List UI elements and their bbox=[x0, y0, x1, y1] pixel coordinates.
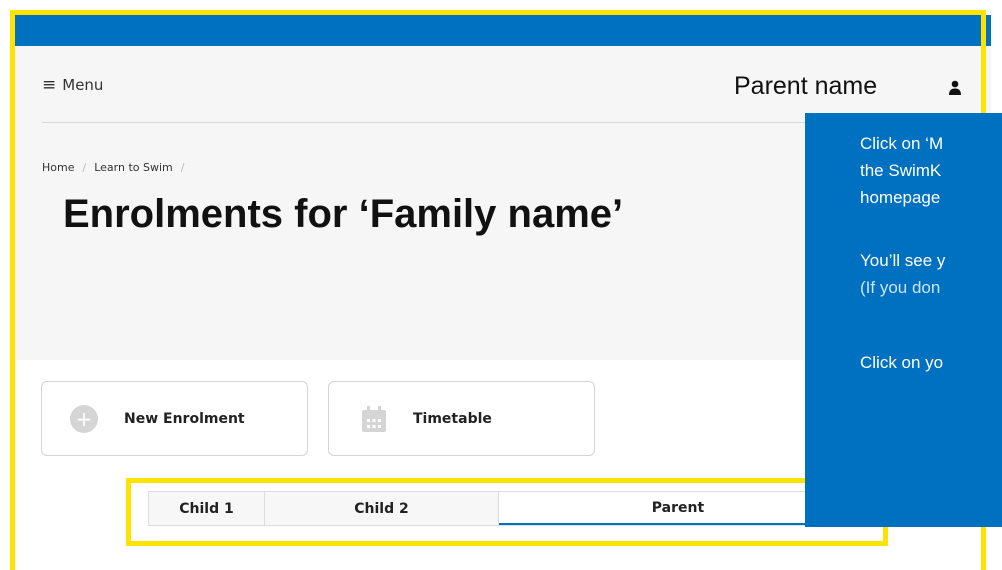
tab-child-2[interactable]: Child 2 bbox=[265, 492, 499, 525]
calendar-icon bbox=[362, 405, 386, 432]
callout-paragraph-1: Click on ‘M the SwimK homepage bbox=[860, 130, 943, 211]
plus-icon: + bbox=[70, 404, 98, 433]
timetable-button[interactable]: Timetable bbox=[328, 381, 595, 456]
family-tabs: Child 1 Child 2 Parent bbox=[148, 491, 858, 526]
user-icon[interactable] bbox=[948, 80, 962, 96]
breadcrumb-separator: / bbox=[82, 161, 87, 174]
tab-child-1[interactable]: Child 1 bbox=[149, 492, 265, 525]
parent-name[interactable]: Parent name bbox=[734, 72, 877, 101]
breadcrumb-separator: / bbox=[180, 161, 185, 174]
callout-line: homepage bbox=[860, 188, 941, 207]
breadcrumb-learn-to-swim[interactable]: Learn to Swim bbox=[94, 161, 173, 174]
menu-label: Menu bbox=[62, 76, 104, 94]
breadcrumb-home[interactable]: Home bbox=[42, 161, 74, 174]
callout-line: the SwimK bbox=[860, 161, 942, 180]
new-enrolment-button[interactable]: + New Enrolment bbox=[41, 381, 308, 456]
callout-paragraph-2: You’ll see y (If you don bbox=[860, 247, 945, 301]
callout-line: (If you don bbox=[860, 278, 941, 297]
breadcrumb: Home / Learn to Swim / bbox=[42, 161, 184, 174]
hamburger-icon: ≡ bbox=[42, 74, 57, 95]
callout-line: Click on yo bbox=[860, 353, 944, 372]
instruction-callout: Click on ‘M the SwimK homepage You’ll se… bbox=[805, 113, 1002, 527]
page-title: Enrolments for ‘Family name’ bbox=[63, 192, 624, 236]
callout-line: You’ll see y bbox=[860, 251, 946, 270]
new-enrolment-label: New Enrolment bbox=[124, 410, 245, 427]
callout-line: Click on ‘M bbox=[860, 134, 944, 153]
callout-paragraph-3: Click on yo bbox=[860, 349, 943, 376]
tab-parent[interactable]: Parent bbox=[499, 492, 857, 525]
timetable-label: Timetable bbox=[413, 410, 492, 427]
menu-button[interactable]: ≡ Menu bbox=[42, 76, 103, 94]
top-bar bbox=[15, 15, 991, 46]
